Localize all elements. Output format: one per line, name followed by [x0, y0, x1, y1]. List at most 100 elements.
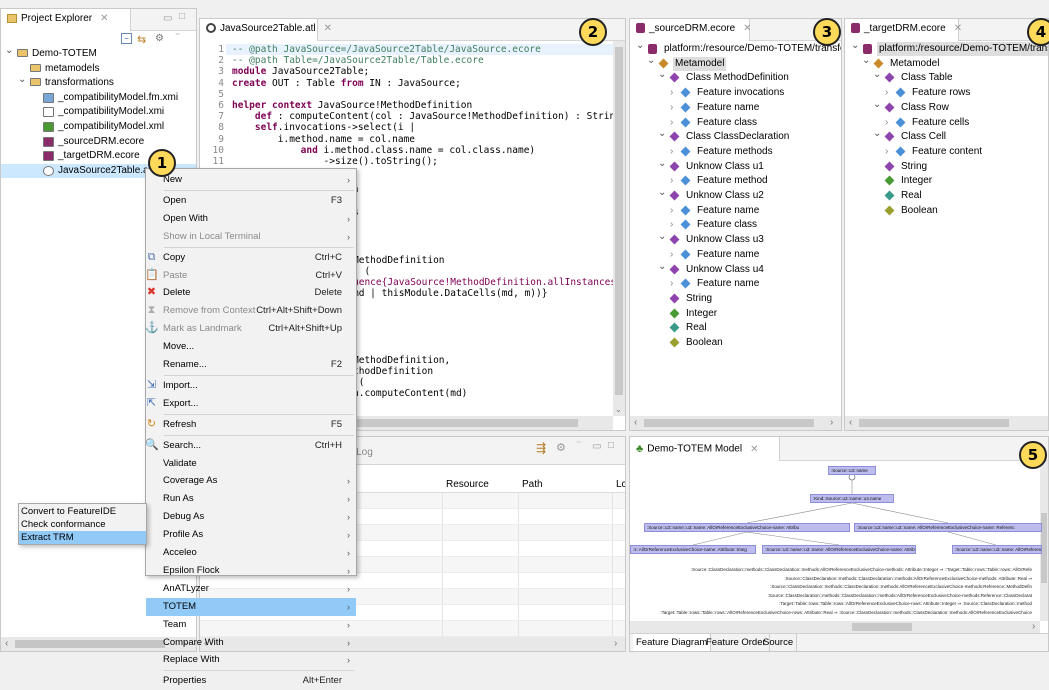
chevron-right-icon[interactable]: › [670, 116, 673, 130]
chevron-down-icon[interactable]: ⌄ [873, 68, 881, 82]
scroll-right-icon[interactable]: › [614, 638, 617, 649]
tree-item[interactable]: _compatibilityModel.xml [1, 120, 196, 134]
menu-item-anatlyzer[interactable]: AnATLyzer › [146, 580, 356, 598]
chevron-right-icon[interactable]: › [670, 248, 673, 262]
tree-item[interactable]: _compatibilityModel.fm.xmi [1, 91, 196, 105]
chevron-down-icon[interactable]: ⌄ [18, 73, 26, 87]
chevron-right-icon[interactable]: › [885, 145, 888, 159]
scroll-thumb[interactable] [15, 640, 165, 648]
tree-item[interactable]: › Feature name [630, 204, 841, 218]
tree-item[interactable]: _compatibilityModel.xmi [1, 105, 196, 119]
tree-item[interactable]: Integer [845, 174, 1048, 188]
chevron-right-icon[interactable]: › [670, 218, 673, 232]
tree-item[interactable]: › Feature name [630, 277, 841, 291]
chevron-down-icon[interactable]: ⌄ [647, 54, 655, 68]
column-header-path[interactable]: Path [522, 479, 543, 490]
tree-item[interactable]: › Feature invocations [630, 86, 841, 100]
menu-item-import[interactable]: ⇲ Import... [146, 377, 356, 395]
close-icon[interactable]: ✕ [100, 13, 108, 24]
close-icon[interactable]: ✕ [750, 444, 758, 455]
feature-node[interactable]: :Source::u3::name::u3::name: AllOrRefere… [762, 545, 916, 554]
chevron-down-icon[interactable]: ⌄ [658, 127, 666, 141]
menu-item-new[interactable]: New › [146, 171, 356, 189]
chevron-down-icon[interactable]: ⌄ [658, 260, 666, 274]
menu-item-acceleo[interactable]: Acceleo › [146, 544, 356, 562]
menu-item-open[interactable]: Open F3 [146, 192, 356, 210]
chevron-right-icon[interactable]: › [670, 204, 673, 218]
minimize-icon[interactable]: ▭ [592, 441, 601, 452]
chevron-right-icon[interactable]: › [670, 277, 673, 291]
menu-item-epsilon-flock[interactable]: Epsilon Flock › [146, 562, 356, 580]
editor-vertical-scrollbar[interactable]: ⌄ [613, 41, 625, 416]
view-menu-icon[interactable]: ⁻ [576, 439, 581, 450]
minimize-icon[interactable]: ▭ [163, 13, 172, 24]
feature-node[interactable]: :Source::u3::name::u3::name: AllOrRefere… [644, 523, 850, 532]
chevron-down-icon[interactable]: ⌄ [658, 186, 666, 200]
chevron-down-icon[interactable]: ⌄ [658, 68, 666, 82]
tree-item[interactable]: ⌄ transformations [1, 73, 196, 90]
export-log-icon[interactable]: ⇶ [536, 441, 546, 455]
model-bottom-tab[interactable]: Feature Diagram [633, 634, 712, 651]
menu-item-totem[interactable]: TOTEM › [146, 597, 356, 616]
feature-node[interactable]: :Source::u3::name::u3::name: AllOrRefere… [854, 523, 1042, 532]
menu-item-run-as[interactable]: Run As › [146, 490, 356, 508]
chevron-right-icon[interactable]: › [885, 116, 888, 130]
submenu-item-extract-trm[interactable]: Extract TRM [19, 531, 146, 544]
source-horizontal-scrollbar[interactable]: ‹ › [630, 416, 841, 430]
tree-item[interactable]: String [630, 292, 841, 306]
maximize-icon[interactable]: □ [179, 11, 185, 22]
tree-item[interactable]: ⌄ Class Cell [845, 128, 1048, 144]
scroll-down-icon[interactable]: ⌄ [615, 405, 622, 414]
scroll-thumb[interactable] [615, 47, 623, 395]
menu-item-export[interactable]: ⇱ Export... [146, 395, 356, 413]
source-ecore-tab[interactable]: _sourceDRM.ecore ✕ [630, 19, 752, 41]
tree-item[interactable]: ⌄ Class MethodDefinition [630, 68, 841, 85]
scroll-left-icon[interactable]: ‹ [634, 417, 637, 428]
tree-item[interactable]: › Feature name [630, 101, 841, 115]
tree-item[interactable]: Boolean [630, 336, 841, 350]
tree-item[interactable]: ⌄ platform:/resource/Demo-TOTEM/transform… [845, 40, 1048, 56]
tree-item[interactable]: metamodels [1, 62, 196, 76]
target-horizontal-scrollbar[interactable]: ‹ [845, 416, 1048, 430]
filter-icon[interactable]: ⚙ [556, 441, 566, 454]
tree-item[interactable]: ⌄ Unknow Class u2 [630, 186, 841, 203]
chevron-right-icon[interactable]: › [670, 101, 673, 115]
chevron-down-icon[interactable]: ⌄ [862, 54, 870, 68]
chevron-right-icon[interactable]: › [670, 86, 673, 100]
menu-item-move[interactable]: Move... [146, 338, 356, 356]
close-icon[interactable]: ✕ [954, 23, 962, 34]
feature-node[interactable]: :Kind::Source::u3::name::u3.name [810, 494, 894, 503]
chevron-down-icon[interactable]: ⌄ [636, 39, 644, 53]
menu-item-compare-with[interactable]: Compare With › [146, 634, 356, 652]
menu-item-properties[interactable]: Properties Alt+Enter [146, 672, 356, 690]
tree-item[interactable]: ⌄ Demo-TOTEM [1, 45, 196, 61]
chevron-down-icon[interactable]: ⌄ [658, 157, 666, 171]
scroll-left-icon[interactable]: ‹ [849, 417, 852, 428]
model-horizontal-scrollbar[interactable]: › [630, 621, 1040, 633]
tree-item[interactable]: Real [845, 189, 1048, 203]
menu-item-delete[interactable]: ✖ Delete Delete [146, 284, 356, 302]
menu-item-rename[interactable]: Rename... F2 [146, 356, 356, 374]
model-tab[interactable]: ♣ Demo-TOTEM Model ✕ [630, 437, 780, 461]
tree-item[interactable]: ⌄ platform:/resource/Demo-TOTEM/transform… [630, 39, 841, 56]
filter-icon[interactable]: ⚙ [155, 33, 164, 44]
menu-item-replace-with[interactable]: Replace With › [146, 651, 356, 669]
menu-item-search[interactable]: 🔍 Search... Ctrl+H [145, 437, 356, 455]
feature-node[interactable]: :Source::u3::name::u3::name: AllOrRefere… [952, 545, 1042, 554]
scroll-right-icon[interactable]: › [1032, 621, 1035, 632]
submenu-item-convert-to-featureide[interactable]: Convert to FeatureIDE [19, 505, 146, 518]
tree-item[interactable]: Boolean [845, 204, 1048, 218]
menu-item-copy[interactable]: ⧉ Copy Ctrl+C [146, 249, 356, 267]
link-with-editor-icon[interactable]: ⇆ [137, 33, 146, 46]
chevron-right-icon[interactable]: › [885, 86, 888, 100]
project-explorer-tab[interactable]: Project Explorer ✕ [1, 9, 131, 31]
submenu-item-check-conformance[interactable]: Check conformance [19, 518, 146, 531]
chevron-down-icon[interactable]: ⌄ [658, 230, 666, 244]
chevron-right-icon[interactable]: › [670, 145, 673, 159]
menu-item-coverage-as[interactable]: Coverage As › [146, 472, 356, 490]
feature-node[interactable]: :Source::u3::name [828, 466, 876, 475]
view-menu-icon[interactable]: ⁻ [175, 31, 180, 42]
tree-item[interactable]: String [845, 160, 1048, 174]
scroll-thumb[interactable] [644, 419, 814, 427]
tree-item[interactable]: ⌄ Class Table [845, 68, 1048, 85]
